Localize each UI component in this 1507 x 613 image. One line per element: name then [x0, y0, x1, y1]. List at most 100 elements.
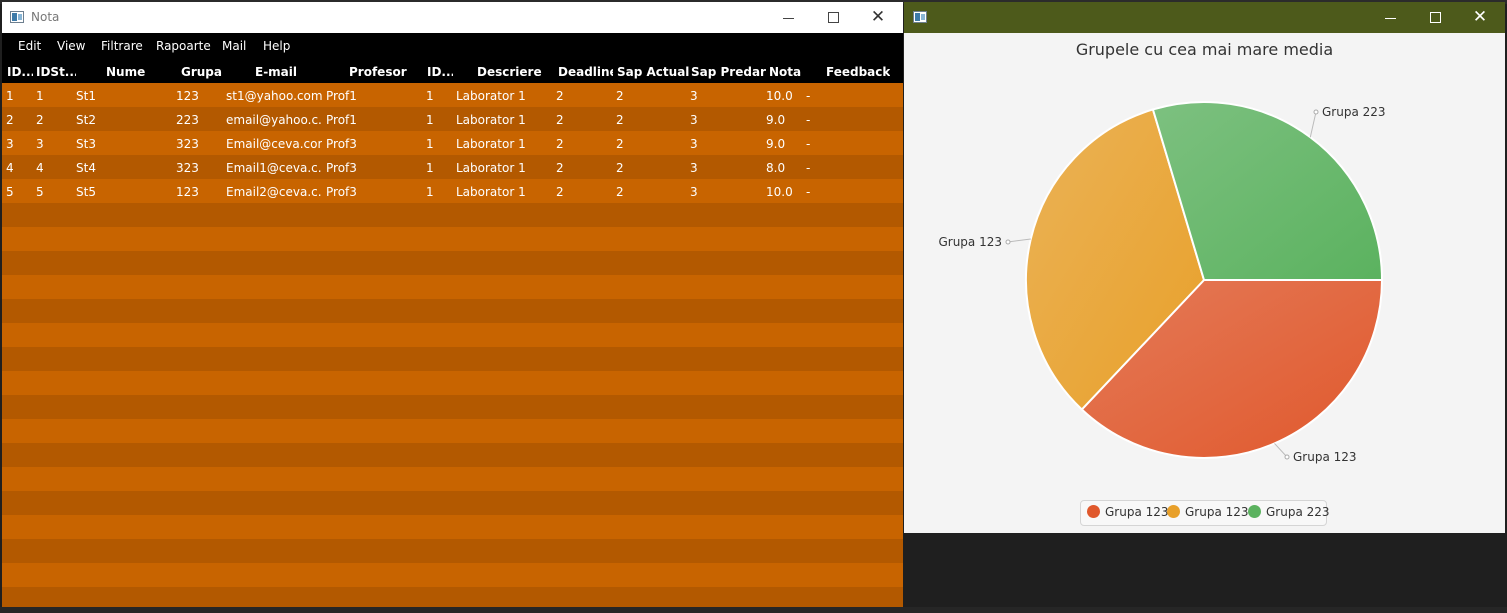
table-cell: 10.0	[766, 89, 793, 103]
table-cell: Email1@ceva.c...	[226, 161, 322, 175]
table-cell: 2	[556, 137, 564, 151]
table-cell: 1	[426, 113, 434, 127]
column-header[interactable]: Nume	[106, 65, 145, 79]
nota-titlebar[interactable]: Nota ✕	[2, 2, 903, 33]
table-cell: Laborator 1	[456, 137, 526, 151]
empty-table-row[interactable]	[2, 323, 903, 347]
slice-label-dot	[1005, 239, 1011, 245]
table-cell: 2	[556, 161, 564, 175]
table-cell: st1@yahoo.com	[226, 89, 322, 103]
empty-table-row[interactable]	[2, 371, 903, 395]
legend-label: Grupa 123	[1105, 505, 1169, 519]
column-header[interactable]: Sap Predare	[691, 65, 766, 79]
table-cell: 1	[36, 89, 44, 103]
table-cell: 123	[176, 89, 199, 103]
column-header[interactable]: E-mail	[255, 65, 297, 79]
table-cell: Email2@ceva.c...	[226, 185, 322, 199]
table-cell: Prof3	[326, 161, 357, 175]
chart-window: ✕ Grupele cu cea mai mare media Grupa 12…	[904, 2, 1505, 533]
empty-table-row[interactable]	[2, 467, 903, 491]
table-cell: 1	[426, 137, 434, 151]
menu-edit[interactable]: Edit	[18, 39, 41, 53]
table-cell: St3	[76, 137, 96, 151]
menu-help[interactable]: Help	[263, 39, 290, 53]
table-cell: 2	[616, 113, 624, 127]
table-cell: St1	[76, 89, 96, 103]
empty-table-row[interactable]	[2, 251, 903, 275]
menu-view[interactable]: View	[57, 39, 85, 53]
column-header[interactable]: Nota	[769, 65, 801, 79]
table-row[interactable]: 1 1 St1 123 st1@yahoo.com Prof1 1 Laborator 1 2 2…	[2, 83, 903, 107]
table-row[interactable]: 3 3 St3 323 Email@ceva.com Prof3 1 Laborator 1 2…	[2, 131, 903, 155]
table-cell: Prof1	[326, 113, 357, 127]
column-header[interactable]: IDSt...	[36, 65, 76, 79]
menu-bar: Edit View Filtrare Rapoarte Mail Help	[2, 33, 903, 59]
column-header[interactable]: ID...	[427, 65, 453, 79]
menu-filtrare[interactable]: Filtrare	[101, 39, 143, 53]
slice-label-line	[1274, 443, 1288, 458]
table-cell: Email@ceva.com	[226, 137, 322, 151]
empty-table-row[interactable]	[2, 395, 903, 419]
column-header[interactable]: Feedback	[826, 65, 890, 79]
table-cell: 3	[690, 185, 698, 199]
table-cell: 5	[6, 185, 14, 199]
table-cell: 3	[6, 137, 14, 151]
grades-table-body: 1 1 St1 123 st1@yahoo.com Prof1 1 Laborator 122…	[2, 83, 903, 607]
close-button[interactable]: ✕	[855, 2, 901, 33]
pie-chart: Grupa 123 Grupa 123 Grupa 223	[938, 101, 1386, 464]
table-cell: -	[806, 185, 811, 199]
empty-table-row[interactable]	[2, 299, 903, 323]
empty-table-row[interactable]	[2, 491, 903, 515]
empty-table-row[interactable]	[2, 443, 903, 467]
maximize-button[interactable]	[810, 2, 856, 33]
empty-table-row[interactable]	[2, 515, 903, 539]
table-cell: 2	[556, 113, 564, 127]
empty-table-row[interactable]	[2, 275, 903, 299]
table-cell: 3	[690, 161, 698, 175]
minimize-button[interactable]	[765, 2, 811, 33]
empty-table-row[interactable]	[2, 539, 903, 563]
chart-legend: Grupa 123 Grupa 123 Grupa 223	[1080, 500, 1330, 526]
table-cell: 3	[36, 137, 44, 151]
empty-table-row[interactable]	[2, 563, 903, 587]
table-cell: 9.0	[766, 137, 786, 151]
column-header[interactable]: Deadline	[558, 65, 613, 79]
table-cell: 2	[616, 185, 624, 199]
table-cell: Prof3	[326, 137, 357, 151]
table-cell: 3	[690, 113, 698, 127]
slice-label-dot	[1313, 109, 1319, 115]
column-header[interactable]: Descriere	[477, 65, 542, 79]
empty-table-row[interactable]	[2, 203, 903, 227]
legend-item: Grupa 123	[1087, 505, 1169, 519]
menu-rapoarte[interactable]: Rapoarte	[156, 39, 211, 53]
column-header[interactable]: ID...	[7, 65, 33, 79]
column-header[interactable]: Profesor	[349, 65, 407, 79]
table-row[interactable]: 5 5 St5 123 Email2@ceva.c... Prof3 1 Laborator …	[2, 179, 903, 203]
empty-table-row[interactable]	[2, 587, 903, 607]
table-cell: 4	[36, 161, 44, 175]
table-cell: Laborator 1	[456, 89, 526, 103]
table-row[interactable]: 2 2 St2 223 email@yahoo.c... Prof1 1 Laborator …	[2, 107, 903, 131]
empty-table-row[interactable]	[2, 227, 903, 251]
table-cell: 2	[36, 113, 44, 127]
table-cell: email@yahoo.c...	[226, 113, 322, 127]
table-cell: 2	[6, 113, 14, 127]
table-cell: St4	[76, 161, 96, 175]
table-cell: Prof3	[326, 185, 357, 199]
empty-table-row[interactable]	[2, 347, 903, 371]
table-cell: 123	[176, 185, 199, 199]
table-row[interactable]: 4 4 St4 323 Email1@ceva.c... Prof3 1 Laborator …	[2, 155, 903, 179]
column-header[interactable]: Sap Actuala	[617, 65, 689, 79]
table-cell: Laborator 1	[456, 185, 526, 199]
table-cell: 4	[6, 161, 14, 175]
table-cell: 5	[36, 185, 44, 199]
taskbar-strip	[0, 607, 1507, 613]
empty-table-row[interactable]	[2, 419, 903, 443]
legend-label: Grupa 223	[1266, 505, 1330, 519]
table-cell: 10.0	[766, 185, 793, 199]
table-cell: -	[806, 161, 811, 175]
table-cell: 1	[426, 161, 434, 175]
menu-mail[interactable]: Mail	[222, 39, 246, 53]
table-cell: 2	[556, 89, 564, 103]
column-header[interactable]: Grupa	[181, 65, 222, 79]
